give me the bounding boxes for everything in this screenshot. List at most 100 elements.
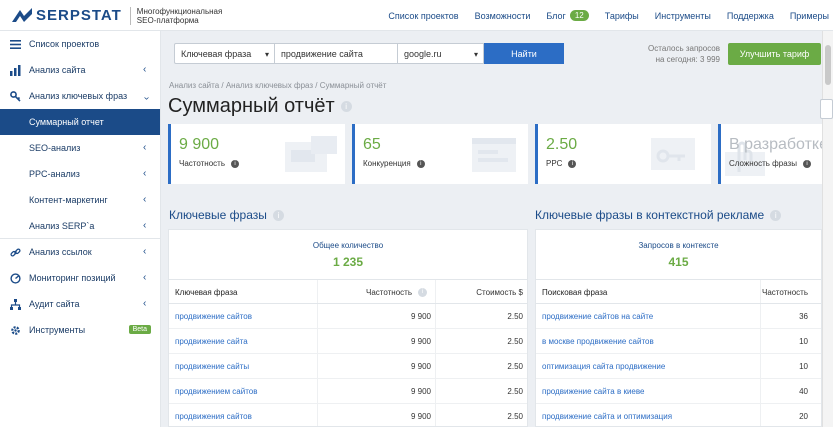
column-divider bbox=[435, 354, 436, 378]
search-phrase-link[interactable]: продвижение сайта и оптимизация bbox=[542, 404, 672, 426]
keyword-link[interactable]: продвижением сайтов bbox=[175, 379, 258, 404]
scrollbar-thumb[interactable] bbox=[825, 45, 831, 85]
search-phrase-link[interactable]: продвижение сайта в киеве bbox=[542, 379, 644, 404]
nav-projects[interactable]: Список проектов bbox=[388, 11, 458, 21]
logo[interactable]: SERPSTAT Многофункциональная SEO-платфор… bbox=[10, 6, 222, 26]
top-nav: Список проектов Возможности Блог 12 Тари… bbox=[372, 0, 833, 31]
total-count-value[interactable]: 1 235 bbox=[169, 255, 527, 269]
kpi-card-frequency: 9 900 Частотность i bbox=[168, 124, 345, 184]
nav-features[interactable]: Возможности bbox=[475, 11, 531, 21]
blog-count-badge: 12 bbox=[569, 10, 589, 21]
ads-count-value[interactable]: 415 bbox=[536, 255, 821, 269]
search-input[interactable]: продвижение сайта bbox=[275, 43, 398, 64]
frequency-value: 36 bbox=[799, 312, 808, 321]
column-header-text: Частотность bbox=[366, 288, 412, 297]
quota-line-1: Осталось запросов bbox=[648, 44, 720, 53]
info-icon[interactable]: i bbox=[231, 159, 239, 168]
brand-tagline: Многофункциональная SEO-платформа bbox=[129, 7, 223, 25]
chevron-left-icon: ‹ bbox=[143, 220, 147, 231]
cost-value: 2.50 bbox=[507, 387, 523, 396]
frequency-value: 9 900 bbox=[410, 362, 431, 371]
table-row: продвижения сайтов 9 900 2.50 bbox=[169, 404, 527, 426]
nav-examples[interactable]: Примеры bbox=[790, 11, 829, 21]
column-header-cost[interactable]: Стоимость $ bbox=[437, 280, 523, 305]
sidebar-item-content-marketing[interactable]: Контент-маркетинг ‹ bbox=[0, 187, 160, 213]
chevron-left-icon: ‹ bbox=[143, 194, 147, 205]
sidebar-item-summary-report[interactable]: Суммарный отчет bbox=[0, 109, 160, 135]
chart-illustration-icon bbox=[285, 136, 337, 172]
sidebar-item-site-audit[interactable]: Аудит сайта ‹ bbox=[0, 291, 160, 317]
keyword-link[interactable]: продвижения сайтов bbox=[175, 404, 252, 426]
search-mode-select[interactable]: Ключевая фраза ▾ bbox=[174, 43, 275, 64]
search-button[interactable]: Найти bbox=[484, 43, 564, 64]
sidebar-item-site-analysis[interactable]: Анализ сайта ‹ bbox=[0, 57, 160, 83]
sidebar-item-label: Анализ сайта bbox=[29, 65, 86, 75]
sidebar-item-label: Аудит сайта bbox=[29, 299, 80, 309]
info-icon[interactable]: i bbox=[272, 209, 284, 221]
search-phrase-link[interactable]: продвижение сайтов на сайте bbox=[542, 304, 653, 329]
info-icon[interactable]: i bbox=[802, 159, 811, 168]
keyword-link[interactable]: продвижение сайты bbox=[175, 354, 249, 379]
upgrade-plan-button[interactable]: Улучшить тариф bbox=[728, 43, 821, 65]
cost-value: 2.50 bbox=[507, 312, 523, 321]
tagline-line-1: Многофункциональная bbox=[136, 7, 223, 16]
kpi-card-difficulty: В разработке Сложность фразы i bbox=[718, 124, 822, 184]
kpi-card-competition: 65 Конкуренция i bbox=[352, 124, 528, 184]
column-divider bbox=[435, 379, 436, 403]
tagline-line-2: SEO-платформа bbox=[136, 16, 199, 25]
column-divider bbox=[760, 280, 761, 303]
search-input-value: продвижение сайта bbox=[281, 48, 363, 59]
chevron-down-icon: ▾ bbox=[473, 50, 478, 59]
table-row: продвижение сайта в киеве 40 bbox=[536, 379, 821, 404]
nav-pricing[interactable]: Тарифы bbox=[605, 11, 639, 21]
sidebar-item-tools[interactable]: Инструменты Beta bbox=[0, 317, 160, 343]
sidebar-item-keyword-analysis[interactable]: Анализ ключевых фраз ‹ bbox=[0, 83, 160, 109]
column-header-frequency[interactable]: Частотность bbox=[762, 280, 808, 305]
nav-support[interactable]: Поддержка bbox=[727, 11, 774, 21]
search-engine-select[interactable]: google.ru ▾ bbox=[398, 43, 484, 64]
info-icon[interactable]: i bbox=[568, 159, 577, 168]
sidebar-item-link-analysis[interactable]: Анализ ссылок ‹ bbox=[0, 239, 160, 265]
column-divider bbox=[435, 329, 436, 353]
keyword-link[interactable]: продвижение сайта bbox=[175, 329, 248, 354]
chevron-left-icon: ‹ bbox=[143, 168, 147, 179]
page-title-text: Суммарный отчёт bbox=[168, 95, 335, 117]
chevron-left-icon: ‹ bbox=[143, 64, 147, 75]
ads-count-label: Запросов в контексте bbox=[638, 241, 719, 250]
kpi-value: 9 900 bbox=[179, 136, 220, 153]
column-header-keyword[interactable]: Ключевая фраза bbox=[175, 280, 237, 305]
keyword-link[interactable]: продвижение сайтов bbox=[175, 304, 252, 329]
kpi-label-text: Частотность bbox=[179, 159, 225, 168]
kpi-card-ppc: 2.50 PPC i bbox=[535, 124, 711, 184]
info-icon[interactable]: i bbox=[416, 159, 425, 168]
breadcrumb[interactable]: Анализ сайта / Анализ ключевых фраз / Су… bbox=[169, 81, 386, 90]
kpi-label-text: Конкуренция bbox=[363, 159, 411, 168]
site-analysis-icon bbox=[9, 64, 21, 76]
nav-blog[interactable]: Блог 12 bbox=[546, 10, 589, 21]
info-icon[interactable]: i bbox=[340, 101, 352, 112]
sidebar-item-rank-tracking[interactable]: Мониторинг позиций ‹ bbox=[0, 265, 160, 291]
nav-tools[interactable]: Инструменты bbox=[655, 11, 711, 21]
info-icon[interactable]: i bbox=[418, 288, 427, 297]
table-row: оптимизация сайта продвижение 10 bbox=[536, 354, 821, 379]
sidebar-item-projects[interactable]: Список проектов bbox=[0, 31, 160, 57]
column-divider bbox=[435, 280, 436, 303]
sidebar: Список проектов Анализ сайта ‹ Анализ кл… bbox=[0, 31, 161, 427]
sidebar-item-seo-analysis[interactable]: SEO-анализ ‹ bbox=[0, 135, 160, 161]
search-phrase-link[interactable]: в москве продвижение сайтов bbox=[542, 329, 654, 354]
cost-value: 2.50 bbox=[507, 337, 523, 346]
sidebar-item-serp-analysis[interactable]: Анализ SERP`a ‹ bbox=[0, 213, 160, 239]
column-header-frequency[interactable]: Частотность i bbox=[319, 280, 427, 305]
frequency-value: 10 bbox=[799, 337, 808, 346]
sidebar-item-label: Список проектов bbox=[29, 39, 100, 49]
info-icon[interactable]: i bbox=[770, 209, 782, 221]
search-phrase-link[interactable]: оптимизация сайта продвижение bbox=[542, 354, 665, 379]
sidebar-item-ppc-analysis[interactable]: PPC-анализ ‹ bbox=[0, 161, 160, 187]
scrollbar[interactable] bbox=[822, 31, 833, 427]
column-divider bbox=[317, 404, 318, 426]
column-header-search-phrase[interactable]: Поисковая фраза bbox=[542, 280, 607, 305]
kpi-label: Частотность i bbox=[179, 159, 239, 168]
keywords-section-title: Ключевые фразы i bbox=[169, 208, 284, 222]
export-button[interactable] bbox=[820, 99, 833, 119]
serpstat-logo-icon bbox=[12, 8, 32, 22]
